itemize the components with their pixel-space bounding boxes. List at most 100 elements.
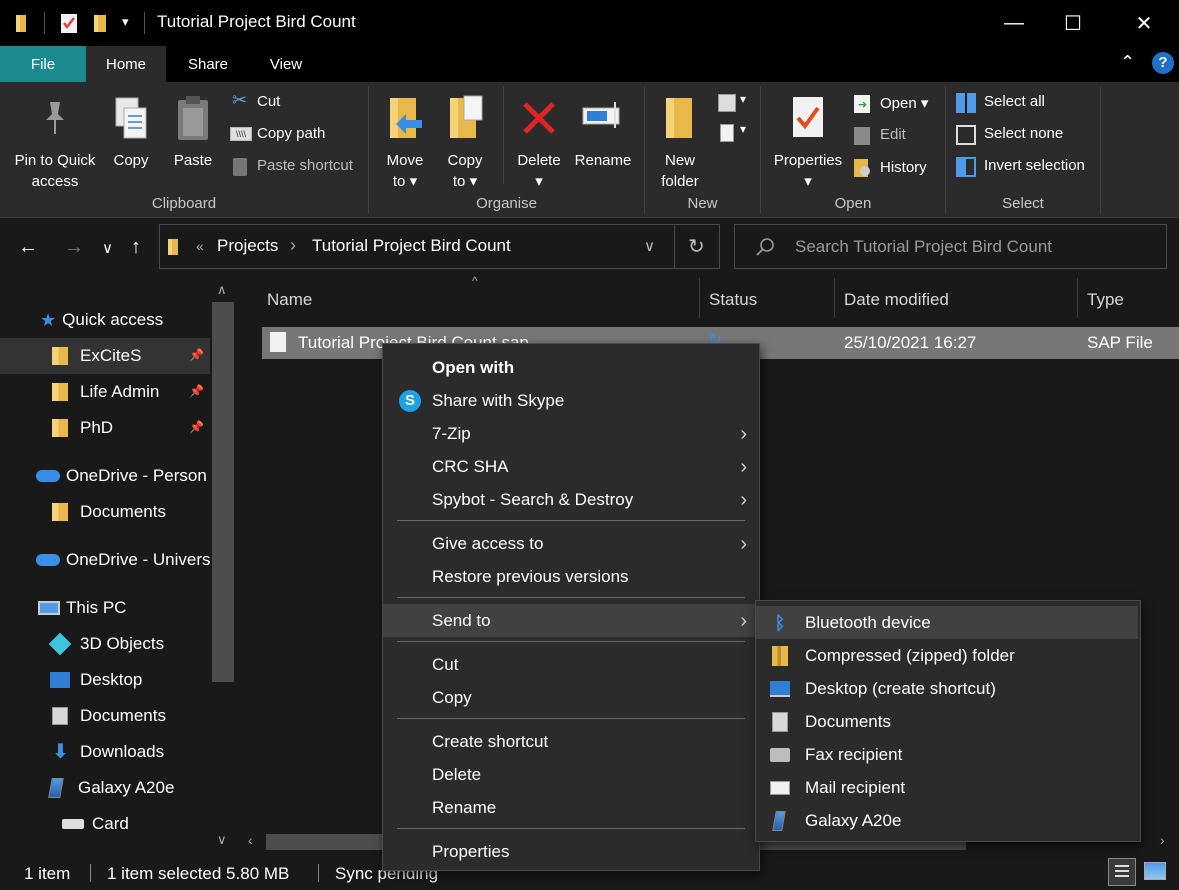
collapse-ribbon-icon[interactable]: ⌃ (1120, 52, 1135, 73)
menu-open-with[interactable]: Open with (383, 351, 759, 384)
menu-share-with-skype[interactable]: S Share with Skype (383, 384, 759, 417)
column-type[interactable]: Type (1087, 290, 1124, 310)
nav-galaxy-a20e[interactable]: Galaxy A20e (0, 770, 210, 806)
minimize-button[interactable]: — (985, 0, 1043, 46)
details-view-icon[interactable] (1108, 858, 1136, 886)
tab-file[interactable]: File (0, 46, 86, 82)
menu-cut[interactable]: Cut (383, 648, 759, 681)
move-to-button[interactable]: Move to ▾ (380, 90, 430, 190)
copy-button[interactable]: Copy (106, 90, 156, 190)
menu-properties[interactable]: Properties (383, 835, 759, 868)
menu-delete[interactable]: Delete (383, 758, 759, 791)
breadcrumb-projects[interactable]: Projects (217, 236, 278, 256)
new-item-button[interactable]: ▾ (716, 92, 752, 114)
menu-create-shortcut[interactable]: Create shortcut (383, 725, 759, 758)
new-folder-icon[interactable] (92, 12, 110, 34)
menu-copy[interactable]: Copy (383, 681, 759, 714)
breadcrumb-current[interactable]: Tutorial Project Bird Count (312, 236, 511, 256)
scroll-down-icon[interactable]: ∨ (217, 832, 227, 848)
sendto-bluetooth[interactable]: ᛒ Bluetooth device (756, 606, 1138, 639)
invert-selection-button[interactable]: Invert selection (956, 155, 1106, 179)
menu-crc-sha[interactable]: CRC SHA › (383, 450, 759, 483)
scroll-up-icon[interactable]: ∧ (217, 282, 227, 298)
copy-path-button[interactable]: \\\\ Copy path (230, 122, 360, 148)
nav-this-pc[interactable]: This PC (0, 590, 210, 626)
nav-quick-access[interactable]: ★ Quick access (0, 302, 210, 338)
menu-7zip[interactable]: 7-Zip › (383, 417, 759, 450)
select-all-button[interactable]: Select all (956, 91, 1106, 115)
delete-button[interactable]: Delete ▾ (512, 90, 566, 190)
scroll-right-icon[interactable]: › (1160, 832, 1165, 848)
select-none-button[interactable]: Select none (956, 123, 1106, 147)
menu-spybot[interactable]: Spybot - Search & Destroy › (383, 483, 759, 516)
close-button[interactable]: ✕ (1115, 0, 1173, 46)
sendto-fax[interactable]: Fax recipient (756, 738, 1138, 771)
nav-onedrive-personal[interactable]: OneDrive - Person (0, 458, 210, 494)
sendto-desktop[interactable]: Desktop (create shortcut) (756, 672, 1138, 705)
move-label-1: Move (386, 152, 424, 169)
menu-send-to[interactable]: Send to › (383, 604, 759, 637)
cut-button[interactable]: ✂ Cut (230, 90, 360, 116)
address-bar[interactable]: « Projects › Tutorial Project Bird Count… (159, 224, 720, 269)
sendto-mail[interactable]: Mail recipient (756, 771, 1138, 804)
sendto-galaxy[interactable]: Galaxy A20e (756, 804, 1138, 837)
delete-icon (523, 102, 555, 134)
nav-label: ExCiteS (80, 346, 142, 365)
nav-desktop[interactable]: Desktop (0, 662, 210, 698)
properties-button[interactable]: Properties ▾ (768, 90, 848, 190)
nav-excites[interactable]: ExCiteS 📌 (0, 338, 210, 374)
nav-onedrive-documents[interactable]: Documents (0, 494, 210, 530)
paste-shortcut-button[interactable]: Paste shortcut (230, 154, 360, 180)
recent-locations-icon[interactable]: ∨ (102, 239, 113, 257)
nav-documents[interactable]: Documents (0, 698, 210, 734)
column-date-modified[interactable]: Date modified (844, 290, 949, 310)
sidebar-scrollbar[interactable]: ∧ ∨ (210, 276, 236, 854)
menu-rename[interactable]: Rename (383, 791, 759, 824)
scroll-left-icon[interactable]: ‹ (248, 832, 253, 848)
up-arrow-icon[interactable]: ↑ (131, 236, 141, 259)
pin-quick-access-button[interactable]: Pin to Quick access (6, 90, 104, 190)
nav-phd[interactable]: PhD 📌 (0, 410, 210, 446)
refresh-icon[interactable]: ↻ (688, 234, 705, 259)
rename-button[interactable]: Rename (572, 90, 634, 190)
easy-access-button[interactable]: ▾ (716, 122, 752, 144)
help-icon[interactable]: ? (1152, 52, 1174, 74)
history-button[interactable]: History (854, 157, 940, 181)
new-folder-button[interactable]: New folder (652, 90, 708, 190)
nav-label: This PC (66, 598, 127, 617)
properties-icon[interactable] (60, 12, 78, 34)
copy-to-label-1: Copy (447, 152, 483, 169)
delete-label-2: ▾ (535, 173, 543, 190)
nav-onedrive-university[interactable]: OneDrive - Univers (0, 542, 210, 578)
scroll-thumb[interactable] (212, 302, 234, 682)
menu-give-access[interactable]: Give access to › (383, 527, 759, 560)
forward-arrow-icon[interactable]: → (64, 236, 84, 259)
folder-icon (52, 503, 68, 521)
tab-share[interactable]: Share (166, 46, 250, 82)
edit-button[interactable]: Edit (854, 124, 940, 148)
overflow-chevrons[interactable]: « (196, 238, 204, 254)
maximize-button[interactable]: ☐ (1044, 0, 1102, 46)
sendto-compressed-folder[interactable]: Compressed (zipped) folder (756, 639, 1138, 672)
menu-restore-previous[interactable]: Restore previous versions (383, 560, 759, 593)
nav-label: Desktop (80, 670, 143, 689)
large-icons-view-icon[interactable] (1144, 862, 1166, 880)
nav-life-admin[interactable]: Life Admin 📌 (0, 374, 210, 410)
chevron-down-icon: ▾ (740, 92, 747, 106)
copy-to-button[interactable]: Copy to ▾ (440, 90, 490, 190)
open-button[interactable]: ➜ Open ▾ (854, 92, 940, 116)
back-arrow-icon[interactable]: ← (18, 236, 38, 259)
paste-button[interactable]: Paste (166, 90, 220, 190)
address-history-icon[interactable]: ∨ (644, 237, 655, 255)
tab-home[interactable]: Home (86, 46, 166, 82)
column-name[interactable]: Name (267, 290, 312, 310)
sendto-documents[interactable]: Documents (756, 705, 1138, 738)
column-status[interactable]: Status (709, 290, 757, 310)
search-box[interactable]: Search Tutorial Project Bird Count (734, 224, 1167, 269)
nav-downloads[interactable]: ⬇ Downloads (0, 734, 210, 770)
qat-customize-icon[interactable]: ▾ (122, 14, 129, 30)
copy-to-label-2: to ▾ (452, 173, 478, 190)
tab-view[interactable]: View (250, 46, 322, 82)
nav-3d-objects[interactable]: 3D Objects (0, 626, 210, 662)
nav-card[interactable]: Card (0, 806, 210, 842)
